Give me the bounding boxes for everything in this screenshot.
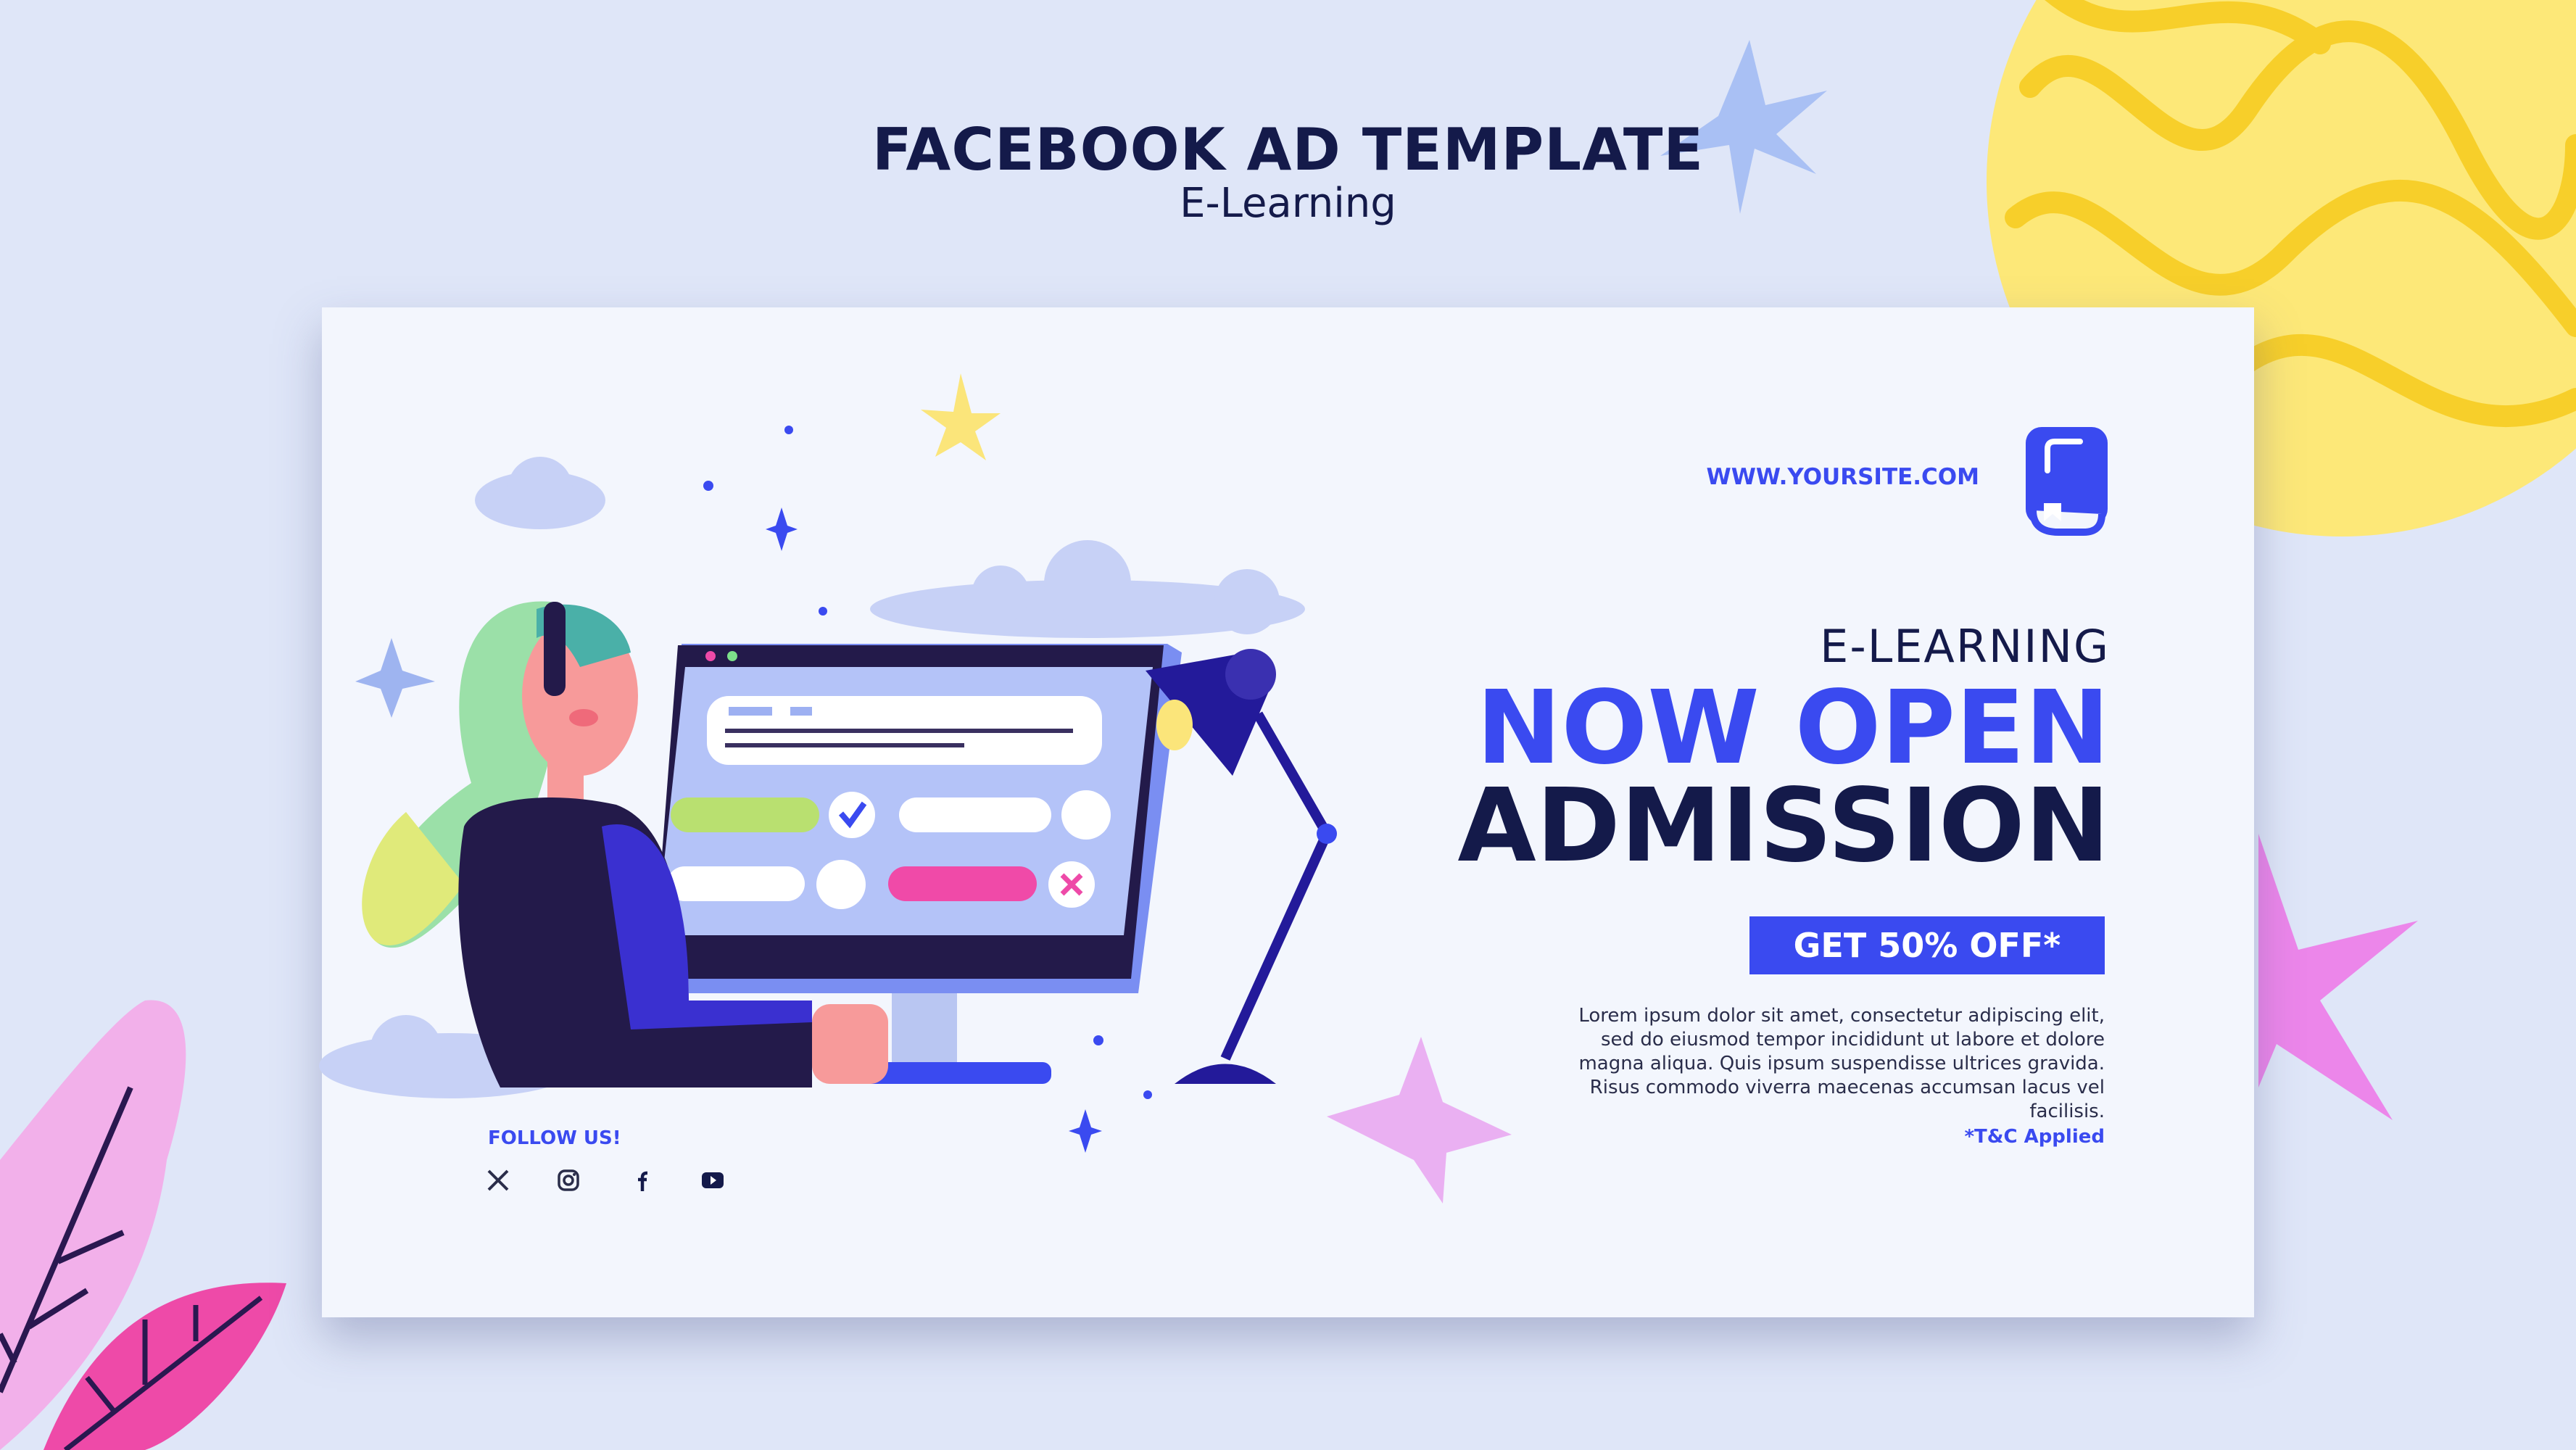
discount-cta-button[interactable]: GET 50% OFF* xyxy=(1749,916,2105,974)
facebook-icon[interactable] xyxy=(628,1167,654,1193)
follow-us-label: FOLLOW US! xyxy=(488,1127,621,1149)
small-blue-star xyxy=(355,638,435,718)
x-icon[interactable] xyxy=(485,1167,511,1193)
youtube-icon[interactable] xyxy=(700,1167,726,1193)
website-url[interactable]: WWW.YOURSITE.COM xyxy=(1689,464,1979,490)
headline-admission: ADMISSION xyxy=(1457,767,2110,885)
eyebrow-label: E-LEARNING xyxy=(1820,620,2110,673)
instagram-icon[interactable] xyxy=(555,1167,581,1193)
terms-note: *T&C Applied xyxy=(1964,1126,2105,1148)
book-logo-icon xyxy=(2026,427,2108,536)
yellow-star-decoration xyxy=(921,373,1001,460)
pink-star-small xyxy=(1327,1037,1512,1204)
body-text: Lorem ipsum dolor sit amet, consectetur … xyxy=(1578,1005,2105,1122)
